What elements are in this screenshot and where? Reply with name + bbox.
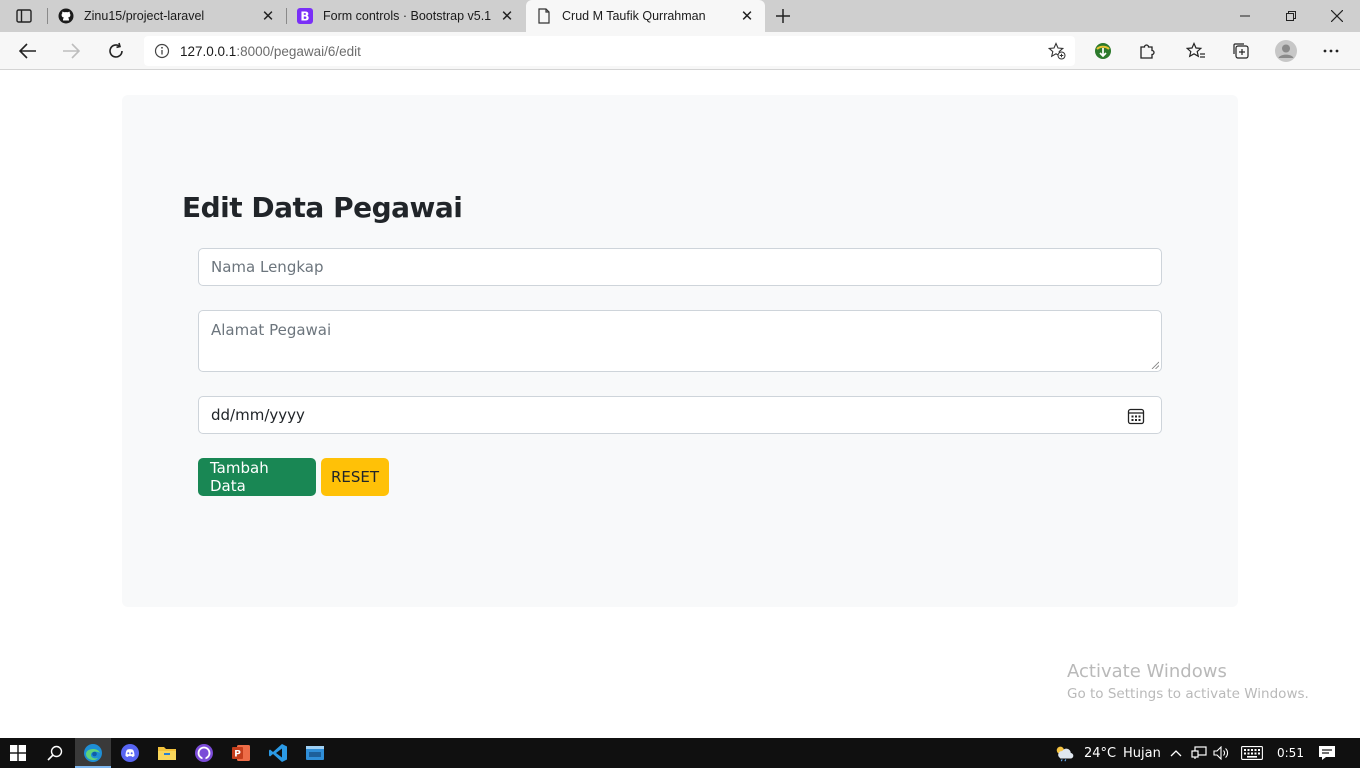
taskbar-github-desktop[interactable] <box>186 738 222 768</box>
tab-strip: Zinu15/project-laravel ✕ B Form controls… <box>0 0 1360 32</box>
arrow-left-icon <box>19 43 36 59</box>
minimize-icon <box>1240 15 1250 17</box>
network-icon[interactable] <box>1189 743 1209 763</box>
favorites-button[interactable] <box>1181 36 1211 66</box>
tab-close-icon[interactable]: ✕ <box>260 8 276 25</box>
new-tab-button[interactable] <box>770 4 796 28</box>
tab-actions-button[interactable] <box>10 6 38 26</box>
address-bar[interactable]: 127.0.0.1:8000/pegawai/6/edit <box>144 36 1075 66</box>
page-content: Edit Data Pegawai Nama Lengkap Alamat Pe… <box>0 71 1360 738</box>
taskbar-edge[interactable] <box>75 738 111 768</box>
taskbar-file-explorer[interactable] <box>149 738 185 768</box>
weather-temp[interactable]: 24°C <box>1084 738 1116 768</box>
browser-toolbar: 127.0.0.1:8000/pegawai/6/edit <box>0 32 1360 70</box>
address-placeholder: Alamat Pegawai <box>211 321 332 339</box>
reset-button[interactable]: RESET <box>321 458 389 496</box>
puzzle-icon <box>1140 44 1155 59</box>
tab-github[interactable]: Zinu15/project-laravel ✕ <box>48 0 286 32</box>
tab-close-icon[interactable]: ✕ <box>499 8 515 25</box>
activate-windows-watermark: Activate Windows Go to Settings to activ… <box>1067 661 1309 702</box>
search-icon <box>47 745 63 761</box>
forward-button[interactable] <box>56 36 86 66</box>
url-text[interactable]: 127.0.0.1:8000/pegawai/6/edit <box>180 44 1039 59</box>
notification-icon[interactable] <box>1317 743 1337 763</box>
plus-icon <box>776 9 790 23</box>
github-desktop-icon <box>195 744 213 762</box>
close-window-button[interactable] <box>1314 0 1360 32</box>
svg-text:P: P <box>234 750 241 760</box>
back-button[interactable] <box>13 36 43 66</box>
minimize-button[interactable] <box>1222 0 1268 32</box>
name-placeholder: Nama Lengkap <box>211 258 324 276</box>
search-button[interactable] <box>37 738 73 768</box>
restore-icon <box>1286 11 1296 21</box>
refresh-icon <box>109 42 123 58</box>
tab-title: Zinu15/project-laravel <box>84 9 205 23</box>
url-path: :8000/pegawai/6/edit <box>236 43 361 59</box>
page-icon <box>536 8 552 24</box>
tab-close-icon[interactable]: ✕ <box>739 8 755 25</box>
weather-icon[interactable] <box>1054 743 1074 763</box>
address-textarea[interactable]: Alamat Pegawai <box>198 310 1162 372</box>
volume-icon[interactable] <box>1212 743 1232 763</box>
submit-button[interactable]: Tambah Data <box>198 458 316 496</box>
powerpoint-icon: P <box>232 745 250 761</box>
more-icon <box>1323 49 1339 53</box>
tab-actions-icon <box>16 9 32 23</box>
refresh-button[interactable] <box>101 36 131 66</box>
taskbar: P 24°C Hujan 0:51 <box>0 738 1360 768</box>
watermark-subtitle: Go to Settings to activate Windows. <box>1067 686 1309 702</box>
collections-icon <box>1233 43 1249 59</box>
taskbar-vscode[interactable] <box>260 738 296 768</box>
date-input[interactable]: dd/mm/yyyy <box>198 396 1162 434</box>
collections-button[interactable] <box>1226 36 1256 66</box>
favorites-icon <box>1186 42 1205 58</box>
url-host: 127.0.0.1 <box>180 43 237 59</box>
app-window-icon <box>306 746 324 760</box>
folder-icon <box>158 747 176 760</box>
avatar-icon <box>1275 40 1297 62</box>
settings-menu-button[interactable] <box>1316 36 1346 66</box>
discord-icon <box>121 744 139 762</box>
watermark-title: Activate Windows <box>1067 661 1227 682</box>
date-placeholder: dd/mm/yyyy <box>211 406 305 424</box>
arrow-right-icon <box>63 43 80 59</box>
tab-title: Crud M Taufik Qurrahman <box>562 9 706 23</box>
info-icon[interactable] <box>144 43 180 59</box>
tab-bootstrap[interactable]: B Form controls · Bootstrap v5.1 ✕ <box>287 0 525 32</box>
add-favorite-icon[interactable] <box>1039 42 1075 60</box>
resize-grip-icon[interactable] <box>1151 361 1159 369</box>
close-icon <box>1331 10 1343 22</box>
github-icon <box>58 8 74 24</box>
vscode-icon <box>269 744 287 762</box>
keyboard-icon[interactable] <box>1240 743 1264 763</box>
start-button[interactable] <box>0 738 36 768</box>
idm-extension-button[interactable] <box>1088 36 1118 66</box>
extensions-button[interactable] <box>1132 36 1162 66</box>
profile-button[interactable] <box>1271 36 1301 66</box>
taskbar-powerpoint[interactable]: P <box>223 738 259 768</box>
tab-crud-active[interactable]: Crud M Taufik Qurrahman ✕ <box>526 0 765 32</box>
chevron-up-icon[interactable] <box>1166 743 1186 763</box>
download-manager-icon <box>1095 43 1111 59</box>
bootstrap-icon: B <box>297 8 313 24</box>
restore-button[interactable] <box>1268 0 1314 32</box>
weather-desc[interactable]: Hujan <box>1123 738 1161 768</box>
taskbar-discord[interactable] <box>112 738 148 768</box>
form-card: Edit Data Pegawai Nama Lengkap Alamat Pe… <box>122 95 1238 607</box>
name-input[interactable]: Nama Lengkap <box>198 248 1162 286</box>
edge-icon <box>84 744 102 762</box>
tab-title: Form controls · Bootstrap v5.1 <box>323 9 492 23</box>
taskbar-app[interactable] <box>297 738 333 768</box>
clock[interactable]: 0:51 <box>1277 738 1304 768</box>
page-title: Edit Data Pegawai <box>182 191 463 224</box>
windows-icon <box>10 745 26 761</box>
calendar-icon[interactable] <box>1127 407 1145 425</box>
svg-text:B: B <box>300 10 309 24</box>
